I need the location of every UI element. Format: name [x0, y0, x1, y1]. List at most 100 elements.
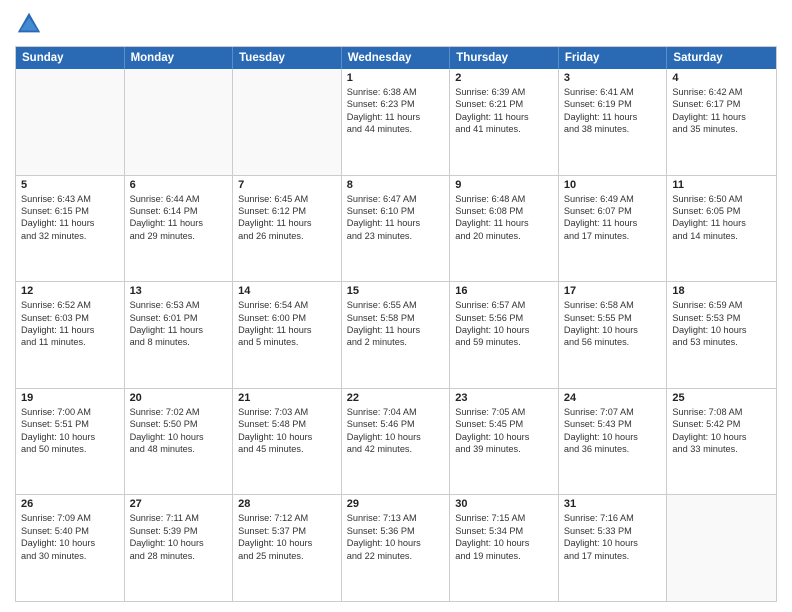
cell-line: Sunset: 5:48 PM	[238, 418, 336, 430]
day-number: 17	[564, 285, 662, 297]
cell-line: Daylight: 10 hours	[564, 537, 662, 549]
day-number: 11	[672, 179, 771, 191]
cell-line: Sunrise: 7:16 AM	[564, 512, 662, 524]
day-number: 4	[672, 72, 771, 84]
cell-line: Sunrise: 6:43 AM	[21, 193, 119, 205]
cell-line: Sunset: 6:12 PM	[238, 205, 336, 217]
cell-line: Daylight: 10 hours	[672, 324, 771, 336]
weekday-thursday: Thursday	[450, 47, 559, 69]
cell-line: Daylight: 10 hours	[455, 431, 553, 443]
day-cell-8: 8Sunrise: 6:47 AMSunset: 6:10 PMDaylight…	[342, 176, 451, 282]
cell-line: and 23 minutes.	[347, 230, 445, 242]
day-cell-14: 14Sunrise: 6:54 AMSunset: 6:00 PMDayligh…	[233, 282, 342, 388]
cell-line: Sunset: 6:01 PM	[130, 312, 228, 324]
cell-line: Sunrise: 7:03 AM	[238, 406, 336, 418]
cell-line: and 56 minutes.	[564, 336, 662, 348]
cell-line: Daylight: 11 hours	[130, 217, 228, 229]
day-number: 31	[564, 498, 662, 510]
cell-line: Sunrise: 6:42 AM	[672, 86, 771, 98]
cell-line: Daylight: 10 hours	[564, 324, 662, 336]
cell-line: Sunset: 6:19 PM	[564, 98, 662, 110]
cell-line: Sunrise: 7:00 AM	[21, 406, 119, 418]
calendar-header: SundayMondayTuesdayWednesdayThursdayFrid…	[16, 47, 776, 69]
day-cell-29: 29Sunrise: 7:13 AMSunset: 5:36 PMDayligh…	[342, 495, 451, 601]
cell-line: Daylight: 10 hours	[347, 537, 445, 549]
day-cell-7: 7Sunrise: 6:45 AMSunset: 6:12 PMDaylight…	[233, 176, 342, 282]
cell-line: Sunrise: 6:54 AM	[238, 299, 336, 311]
day-number: 8	[347, 179, 445, 191]
cell-line: and 17 minutes.	[564, 550, 662, 562]
cell-line: and 42 minutes.	[347, 443, 445, 455]
cell-line: Daylight: 11 hours	[238, 217, 336, 229]
day-cell-13: 13Sunrise: 6:53 AMSunset: 6:01 PMDayligh…	[125, 282, 234, 388]
cell-line: and 50 minutes.	[21, 443, 119, 455]
cell-line: Daylight: 10 hours	[130, 431, 228, 443]
cell-line: Sunset: 5:46 PM	[347, 418, 445, 430]
cell-line: Sunset: 6:17 PM	[672, 98, 771, 110]
day-cell-21: 21Sunrise: 7:03 AMSunset: 5:48 PMDayligh…	[233, 389, 342, 495]
cell-line: Sunset: 5:34 PM	[455, 525, 553, 537]
day-number: 9	[455, 179, 553, 191]
cell-line: Sunrise: 6:44 AM	[130, 193, 228, 205]
cell-line: Sunrise: 7:07 AM	[564, 406, 662, 418]
day-cell-17: 17Sunrise: 6:58 AMSunset: 5:55 PMDayligh…	[559, 282, 668, 388]
day-number: 21	[238, 392, 336, 404]
cell-line: and 28 minutes.	[130, 550, 228, 562]
cell-line: Sunset: 5:37 PM	[238, 525, 336, 537]
weekday-saturday: Saturday	[667, 47, 776, 69]
cell-line: and 26 minutes.	[238, 230, 336, 242]
day-cell-11: 11Sunrise: 6:50 AMSunset: 6:05 PMDayligh…	[667, 176, 776, 282]
cell-line: Daylight: 10 hours	[455, 537, 553, 549]
day-number: 5	[21, 179, 119, 191]
cell-line: and 22 minutes.	[347, 550, 445, 562]
cell-line: Sunrise: 7:13 AM	[347, 512, 445, 524]
day-cell-2: 2Sunrise: 6:39 AMSunset: 6:21 PMDaylight…	[450, 69, 559, 175]
day-cell-6: 6Sunrise: 6:44 AMSunset: 6:14 PMDaylight…	[125, 176, 234, 282]
cell-line: Sunset: 6:05 PM	[672, 205, 771, 217]
cell-line: Sunset: 6:07 PM	[564, 205, 662, 217]
day-cell-9: 9Sunrise: 6:48 AMSunset: 6:08 PMDaylight…	[450, 176, 559, 282]
cell-line: and 48 minutes.	[130, 443, 228, 455]
cell-line: Daylight: 10 hours	[347, 431, 445, 443]
cell-line: Daylight: 11 hours	[455, 217, 553, 229]
calendar-row-4: 26Sunrise: 7:09 AMSunset: 5:40 PMDayligh…	[16, 494, 776, 601]
weekday-friday: Friday	[559, 47, 668, 69]
page: SundayMondayTuesdayWednesdayThursdayFrid…	[0, 0, 792, 612]
day-number: 25	[672, 392, 771, 404]
cell-line: Sunrise: 6:38 AM	[347, 86, 445, 98]
weekday-wednesday: Wednesday	[342, 47, 451, 69]
cell-line: Daylight: 11 hours	[21, 217, 119, 229]
cell-line: Sunrise: 6:58 AM	[564, 299, 662, 311]
cell-line: Sunset: 5:53 PM	[672, 312, 771, 324]
cell-line: Sunrise: 7:02 AM	[130, 406, 228, 418]
cell-line: Sunrise: 7:11 AM	[130, 512, 228, 524]
cell-line: Daylight: 11 hours	[455, 111, 553, 123]
cell-line: Daylight: 10 hours	[455, 324, 553, 336]
cell-line: Daylight: 11 hours	[238, 324, 336, 336]
cell-line: Daylight: 11 hours	[672, 111, 771, 123]
day-cell-20: 20Sunrise: 7:02 AMSunset: 5:50 PMDayligh…	[125, 389, 234, 495]
cell-line: and 44 minutes.	[347, 123, 445, 135]
day-cell-12: 12Sunrise: 6:52 AMSunset: 6:03 PMDayligh…	[16, 282, 125, 388]
cell-line: and 5 minutes.	[238, 336, 336, 348]
day-cell-1: 1Sunrise: 6:38 AMSunset: 6:23 PMDaylight…	[342, 69, 451, 175]
day-cell-16: 16Sunrise: 6:57 AMSunset: 5:56 PMDayligh…	[450, 282, 559, 388]
empty-cell	[233, 69, 342, 175]
cell-line: Sunset: 6:14 PM	[130, 205, 228, 217]
day-number: 10	[564, 179, 662, 191]
day-number: 19	[21, 392, 119, 404]
day-number: 22	[347, 392, 445, 404]
day-cell-22: 22Sunrise: 7:04 AMSunset: 5:46 PMDayligh…	[342, 389, 451, 495]
cell-line: Sunset: 6:10 PM	[347, 205, 445, 217]
cell-line: Sunrise: 6:53 AM	[130, 299, 228, 311]
day-cell-24: 24Sunrise: 7:07 AMSunset: 5:43 PMDayligh…	[559, 389, 668, 495]
cell-line: Sunrise: 7:15 AM	[455, 512, 553, 524]
cell-line: Sunset: 5:42 PM	[672, 418, 771, 430]
cell-line: Daylight: 11 hours	[347, 324, 445, 336]
weekday-tuesday: Tuesday	[233, 47, 342, 69]
day-cell-23: 23Sunrise: 7:05 AMSunset: 5:45 PMDayligh…	[450, 389, 559, 495]
cell-line: Sunrise: 6:41 AM	[564, 86, 662, 98]
day-number: 1	[347, 72, 445, 84]
cell-line: Sunset: 5:51 PM	[21, 418, 119, 430]
cell-line: and 38 minutes.	[564, 123, 662, 135]
